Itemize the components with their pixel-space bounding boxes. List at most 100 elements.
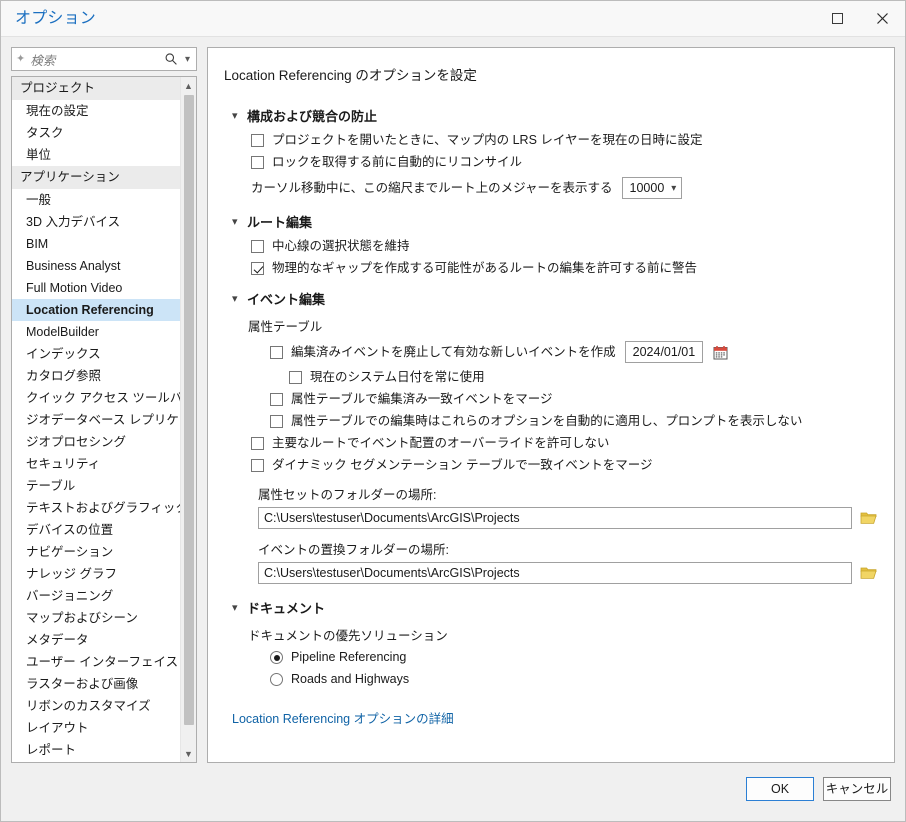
- checkbox-auto-apply-no-prompt[interactable]: [270, 415, 283, 428]
- sidebar-item-catalog-browsing[interactable]: カタログ参照: [12, 365, 180, 387]
- sidebar-item-location-referencing[interactable]: Location Referencing: [12, 299, 180, 321]
- nav-group-application: アプリケーション: [12, 166, 180, 189]
- sidebar-item-modelbuilder[interactable]: ModelBuilder: [12, 321, 180, 343]
- sidebar-item-device-location[interactable]: デバイスの位置: [12, 519, 180, 541]
- checkbox-warn-gaps[interactable]: [251, 262, 264, 275]
- sidebar-item-geoprocessing[interactable]: ジオプロセシング: [12, 431, 180, 453]
- checkbox-label: 中心線の選択状態を維持: [272, 239, 410, 253]
- maximize-button[interactable]: [815, 1, 860, 37]
- section-document[interactable]: ▾ ドキュメント: [232, 598, 878, 617]
- checkbox-label: ロックを取得する前に自動的にリコンサイル: [272, 155, 523, 169]
- chevron-down-icon[interactable]: ▾: [232, 215, 242, 228]
- ok-button[interactable]: OK: [746, 777, 814, 801]
- checkbox-row-auto-reconcile[interactable]: ロックを取得する前に自動的にリコンサイル: [251, 155, 878, 170]
- sidebar-item-navigation[interactable]: ナビゲーション: [12, 541, 180, 563]
- checkbox-label: プロジェクトを開いたときに、マップ内の LRS レイヤーを現在の日時に設定: [272, 133, 703, 147]
- radio-label: Roads and Highways: [291, 672, 410, 686]
- checkbox-row-warn-gaps[interactable]: 物理的なギャップを作成する可能性があるルートの編集を許可する前に警告: [251, 261, 878, 276]
- sidebar-item-user-interface[interactable]: ユーザー インターフェイス: [12, 651, 180, 673]
- checkbox-row-merge-dynseg[interactable]: ダイナミック セグメンテーション テーブルで一致イベントをマージ: [251, 458, 878, 473]
- sidebar-item-customize-the-ribbon[interactable]: リボンのカスタマイズ: [12, 695, 180, 717]
- search-box[interactable]: ✦ 検索 ▾: [11, 47, 197, 71]
- sidebar-item-knowledge-graph[interactable]: ナレッジ グラフ: [12, 563, 180, 585]
- sidebar-item-units[interactable]: 単位: [12, 144, 180, 166]
- sidebar-item-raster-and-imagery[interactable]: ラスターおよび画像: [12, 673, 180, 695]
- sidebar-item-3d-input-devices[interactable]: 3D 入力デバイス: [12, 211, 180, 233]
- sidebar-item-full-motion-video[interactable]: Full Motion Video: [12, 277, 180, 299]
- sidebar-item-indexes[interactable]: インデックス: [12, 343, 180, 365]
- checkbox-no-override-dominant[interactable]: [251, 437, 264, 450]
- folder-open-icon[interactable]: [860, 565, 878, 581]
- sidebar-item-table[interactable]: テーブル: [12, 475, 180, 497]
- section-conflict-prevention[interactable]: ▾ 構成および競合の防止: [232, 106, 878, 125]
- radio-row-roads-and-highways[interactable]: Roads and Highways: [270, 672, 878, 687]
- help-link[interactable]: Location Referencing オプションの詳細: [232, 708, 454, 727]
- sidebar-item-bim[interactable]: BIM: [12, 233, 180, 255]
- sidebar-item-geodatabase-replication[interactable]: ジオデータベース レプリケーション: [12, 409, 180, 431]
- folder-open-icon[interactable]: [860, 510, 878, 526]
- event-replace-folder-row: C:\Users\testuser\Documents\ArcGIS\Proje…: [258, 562, 878, 584]
- section-header-label: ドキュメント: [247, 601, 326, 616]
- cancel-button[interactable]: キャンセル: [823, 777, 891, 801]
- sidebar-item-versioning[interactable]: バージョニング: [12, 585, 180, 607]
- section-header-label: ルート編集: [247, 215, 313, 230]
- chevron-down-icon[interactable]: ▾: [183, 54, 192, 65]
- sparkle-icon: ✦: [16, 52, 26, 65]
- sidebar-scrollbar[interactable]: ▲ ▼: [180, 77, 196, 762]
- chevron-down-icon[interactable]: ▾: [232, 601, 242, 614]
- sidebar-item-business-analyst[interactable]: Business Analyst: [12, 255, 180, 277]
- sidebar-item-metadata[interactable]: メタデータ: [12, 629, 180, 651]
- section-route-editing[interactable]: ▾ ルート編集: [232, 212, 878, 231]
- sidebar-item-security[interactable]: セキュリティ: [12, 453, 180, 475]
- settings-nav-items: プロジェクト 現在の設定 タスク 単位 アプリケーション 一般 3D 入力デバイ…: [12, 77, 180, 762]
- search-input[interactable]: 検索: [30, 50, 159, 69]
- section-header-label: 構成および競合の防止: [247, 109, 378, 124]
- sidebar-item-text-and-graphics[interactable]: テキストおよびグラフィックス: [12, 497, 180, 519]
- checkbox-row-set-lrs-date[interactable]: プロジェクトを開いたときに、マップ内の LRS レイヤーを現在の日時に設定: [251, 133, 878, 148]
- checkbox-merge-attribute-table[interactable]: [270, 393, 283, 406]
- sidebar-item-general[interactable]: 一般: [12, 189, 180, 211]
- scale-dropdown[interactable]: 10000 ▾: [621, 177, 683, 199]
- section-event-editing[interactable]: ▾ イベント編集: [232, 289, 878, 308]
- sidebar-item-current-settings[interactable]: 現在の設定: [12, 100, 180, 122]
- checkbox-auto-reconcile[interactable]: [251, 156, 264, 169]
- checkbox-row-always-system-date[interactable]: 現在のシステム日付を常に使用: [289, 370, 878, 385]
- chevron-down-icon[interactable]: ▾: [232, 109, 242, 122]
- checkbox-row-auto-apply-no-prompt[interactable]: 属性テーブルでの編集時はこれらのオプションを自動的に適用し、プロンプトを表示しな…: [270, 414, 878, 429]
- checkbox-set-lrs-date[interactable]: [251, 134, 264, 147]
- radio-row-pipeline-referencing[interactable]: Pipeline Referencing: [270, 650, 878, 665]
- checkbox-merge-dynseg[interactable]: [251, 459, 264, 472]
- checkbox-label: 属性テーブルで編集済み一致イベントをマージ: [291, 392, 553, 406]
- checkbox-row-retire-create-event[interactable]: 編集済みイベントを廃止して有効な新しいイベントを作成 2024/01/01: [270, 341, 878, 363]
- options-dialog: オプション ✦ 検索 ▾ プロジェクト 現在の設定 タスク 単位 アプリケーショ…: [0, 0, 906, 822]
- sidebar-item-reports[interactable]: レポート: [12, 739, 180, 761]
- search-icon[interactable]: [164, 52, 178, 66]
- effective-date-input[interactable]: 2024/01/01: [624, 341, 704, 363]
- checkbox-row-keep-centerline[interactable]: 中心線の選択状態を維持: [251, 239, 878, 254]
- sidebar-item-tasks[interactable]: タスク: [12, 122, 180, 144]
- options-panel: Location Referencing のオプションを設定 ▾ 構成および競合…: [207, 47, 895, 763]
- chevron-down-icon[interactable]: ▾: [232, 292, 242, 305]
- chevron-up-icon[interactable]: ▲: [181, 77, 197, 94]
- checkbox-always-system-date[interactable]: [289, 371, 302, 384]
- sidebar-item-layout[interactable]: レイアウト: [12, 717, 180, 739]
- chevron-down-icon[interactable]: ▼: [181, 745, 197, 762]
- title-bar: オプション: [1, 1, 905, 37]
- checkbox-keep-centerline[interactable]: [251, 240, 264, 253]
- event-replace-folder-input[interactable]: C:\Users\testuser\Documents\ArcGIS\Proje…: [258, 562, 852, 584]
- scrollbar-track[interactable]: [181, 94, 197, 745]
- scrollbar-thumb[interactable]: [183, 95, 194, 725]
- checkbox-retire-create-event[interactable]: [270, 345, 283, 359]
- maximize-icon: [832, 13, 843, 24]
- sidebar-item-quick-access-toolbar[interactable]: クイック アクセス ツールバー: [12, 387, 180, 409]
- calendar-icon[interactable]: [713, 345, 728, 360]
- attribute-set-folder-input[interactable]: C:\Users\testuser\Documents\ArcGIS\Proje…: [258, 507, 852, 529]
- radio-roads-and-highways[interactable]: [270, 673, 283, 686]
- checkbox-row-merge-attribute-table[interactable]: 属性テーブルで編集済み一致イベントをマージ: [270, 392, 878, 407]
- close-button[interactable]: [860, 1, 905, 37]
- radio-pipeline-referencing[interactable]: [270, 651, 283, 664]
- chevron-down-icon[interactable]: ▾: [671, 183, 676, 194]
- sidebar-item-maps-and-scenes[interactable]: マップおよびシーン: [12, 607, 180, 629]
- checkbox-label: ダイナミック セグメンテーション テーブルで一致イベントをマージ: [272, 458, 653, 472]
- checkbox-row-no-override-dominant[interactable]: 主要なルートでイベント配置のオーバーライドを許可しない: [251, 436, 878, 451]
